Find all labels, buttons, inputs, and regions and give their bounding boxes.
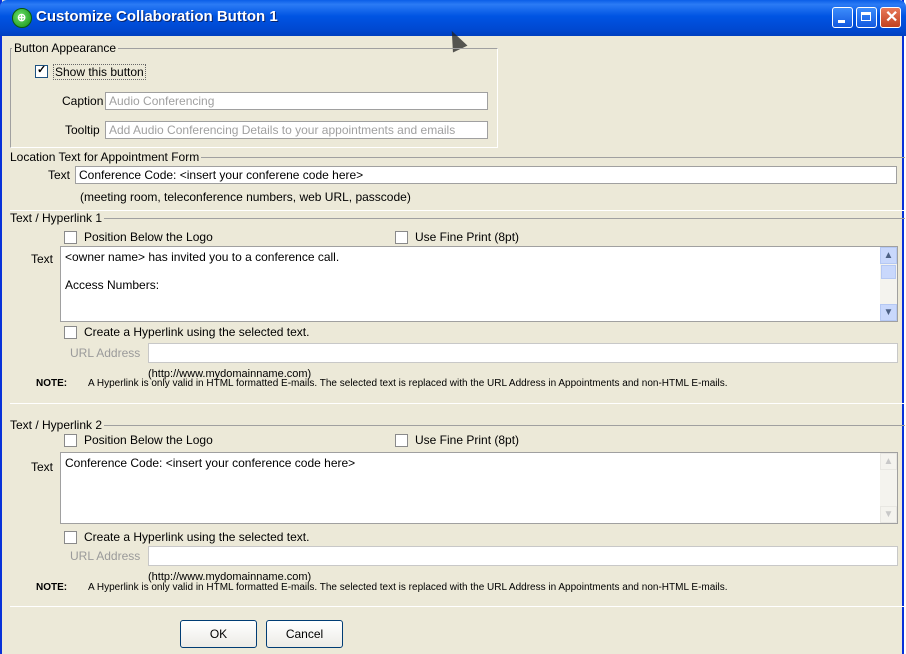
location-text-label: Text bbox=[48, 168, 71, 182]
hyperlink2-url-label: URL Address bbox=[70, 549, 141, 563]
scroll-down-icon[interactable]: ▼ bbox=[880, 304, 897, 321]
close-button[interactable]: ✕ bbox=[880, 7, 901, 28]
scroll-thumb[interactable] bbox=[881, 265, 896, 279]
hyperlink1-text-line: <owner name> has invited you to a confer… bbox=[65, 250, 340, 264]
hyperlink1-fine-print-label[interactable]: Use Fine Print (8pt) bbox=[415, 230, 519, 244]
show-button-checkbox[interactable]: ✓ bbox=[35, 64, 48, 78]
ok-button[interactable]: OK bbox=[180, 620, 257, 648]
hyperlink2-position-below-logo-checkbox[interactable] bbox=[64, 434, 77, 447]
hyperlink1-text-line: Access Numbers: bbox=[65, 278, 160, 292]
scroll-up-icon[interactable]: ▲ bbox=[880, 453, 897, 470]
checkmark-icon: ✓ bbox=[37, 64, 47, 76]
hyperlink2-create-hyperlink-checkbox[interactable] bbox=[64, 531, 77, 544]
hyperlink2-url-input[interactable] bbox=[148, 546, 898, 566]
maximize-button[interactable] bbox=[856, 7, 877, 28]
tooltip-input[interactable]: Add Audio Conferencing Details to your a… bbox=[105, 121, 488, 139]
hyperlink2-note-text: A Hyperlink is only valid in HTML format… bbox=[88, 582, 728, 593]
hyperlink1-scrollbar[interactable]: ▲ ▼ bbox=[880, 247, 897, 321]
app-globe-icon: ⊕ bbox=[12, 8, 32, 28]
hyperlink1-position-below-logo-label[interactable]: Position Below the Logo bbox=[84, 230, 213, 244]
hyperlink1-note-text: A Hyperlink is only valid in HTML format… bbox=[88, 378, 728, 389]
hyperlink2-fine-print-checkbox[interactable] bbox=[395, 434, 408, 447]
hyperlink2-textarea[interactable]: Conference Code: <insert your conference… bbox=[60, 452, 898, 524]
hyperlink1-create-hyperlink-checkbox[interactable] bbox=[64, 326, 77, 339]
location-text-title: Location Text for Appointment Form bbox=[8, 150, 202, 164]
close-icon: ✕ bbox=[885, 9, 899, 26]
hyperlink1-text-label: Text bbox=[31, 252, 54, 266]
window-title: Customize Collaboration Button 1 bbox=[36, 8, 278, 25]
hyperlink1-create-hyperlink-label[interactable]: Create a Hyperlink using the selected te… bbox=[84, 325, 309, 339]
hyperlink2-text-label: Text bbox=[31, 460, 54, 474]
caption-label: Caption bbox=[62, 94, 104, 108]
hyperlink2-text-line: Conference Code: <insert your conference… bbox=[65, 456, 356, 470]
scroll-down-icon[interactable]: ▼ bbox=[880, 506, 897, 523]
hyperlink1-fine-print-checkbox[interactable] bbox=[395, 231, 408, 244]
hyperlink2-title: Text / Hyperlink 2 bbox=[8, 418, 105, 432]
location-text-hint: (meeting room, teleconference numbers, w… bbox=[80, 190, 411, 204]
show-button-label[interactable]: Show this button bbox=[53, 64, 146, 80]
cancel-button[interactable]: Cancel bbox=[266, 620, 343, 648]
hyperlink2-create-hyperlink-label[interactable]: Create a Hyperlink using the selected te… bbox=[84, 530, 309, 544]
hyperlink1-text-line bbox=[65, 264, 893, 278]
minimize-button[interactable] bbox=[832, 7, 853, 28]
hyperlink1-position-below-logo-checkbox[interactable] bbox=[64, 231, 77, 244]
hyperlink2-note-label: NOTE: bbox=[36, 582, 68, 593]
hyperlink1-url-input[interactable] bbox=[148, 343, 898, 363]
hyperlink1-url-label: URL Address bbox=[70, 346, 141, 360]
hyperlink1-note-label: NOTE: bbox=[36, 378, 68, 389]
tooltip-label: Tooltip bbox=[65, 123, 100, 137]
scroll-up-icon[interactable]: ▲ bbox=[880, 247, 897, 264]
hyperlink2-fine-print-label[interactable]: Use Fine Print (8pt) bbox=[415, 433, 519, 447]
location-text-input[interactable]: Conference Code: <insert your conferene … bbox=[75, 166, 897, 184]
hyperlink1-title: Text / Hyperlink 1 bbox=[8, 211, 105, 225]
hyperlink1-textarea[interactable]: <owner name> has invited you to a confer… bbox=[60, 246, 898, 322]
caption-input[interactable]: Audio Conferencing bbox=[105, 92, 488, 110]
hyperlink2-scrollbar[interactable]: ▲ ▼ bbox=[880, 453, 897, 523]
button-appearance-title: Button Appearance bbox=[12, 41, 119, 55]
hyperlink2-position-below-logo-label[interactable]: Position Below the Logo bbox=[84, 433, 213, 447]
